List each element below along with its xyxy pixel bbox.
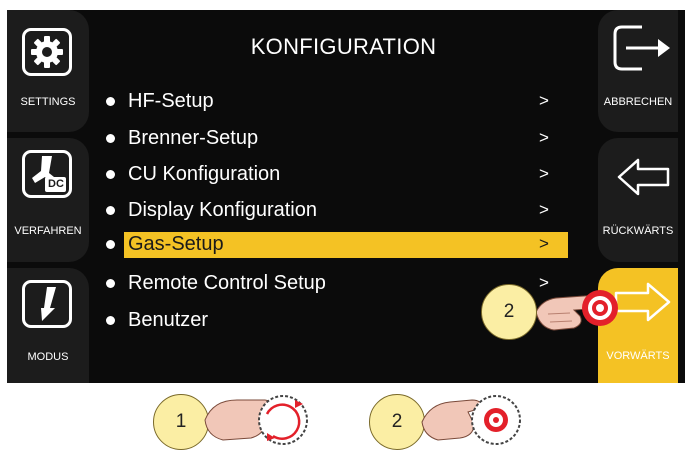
press-hand-icon: [534, 282, 628, 342]
bullet: [106, 279, 115, 288]
menu-item-label: Display Konfiguration: [128, 199, 317, 221]
chevron-right-icon: >: [539, 91, 549, 110]
press-knob-hand-icon: [420, 390, 530, 450]
modus-button[interactable]: MODUS: [7, 268, 89, 383]
menu-item-brenner-setup[interactable]: Brenner-Setup >: [102, 126, 564, 152]
page-title: KONFIGURATION: [250, 34, 437, 59]
bullet: [106, 206, 115, 215]
step-callout-3: 2: [369, 394, 425, 450]
verfahren-button[interactable]: DC VERFAHREN: [7, 138, 89, 262]
dc-label: DC: [48, 178, 64, 190]
menu-item-display-konfiguration[interactable]: Display Konfiguration >: [102, 198, 564, 224]
rueckwaerts-button[interactable]: RÜCKWÄRTS: [598, 138, 678, 262]
rueckwaerts-label: RÜCKWÄRTS: [602, 225, 674, 237]
step-callout-2: 2: [481, 284, 537, 340]
menu-item-label: CU Konfiguration: [128, 163, 281, 185]
exit-arrow-icon: [612, 24, 676, 72]
menu-item-gas-setup[interactable]: Gas-Setup >: [102, 232, 568, 258]
settings-button[interactable]: SETTINGS: [7, 10, 89, 132]
abbrechen-button[interactable]: ABBRECHEN: [598, 10, 678, 132]
gear-icon: [22, 28, 72, 76]
torch-dc-icon: DC: [22, 150, 72, 198]
menu-item-hf-setup[interactable]: HF-Setup >: [102, 89, 564, 115]
trigger-icon: [22, 280, 72, 328]
vorwaerts-label: VORWÄRTS: [606, 350, 670, 362]
chevron-right-icon: >: [539, 164, 549, 183]
chevron-right-icon: >: [539, 128, 549, 147]
bullet: [106, 134, 115, 143]
menu-item-label: Gas-Setup: [128, 233, 224, 255]
modus-label: MODUS: [27, 351, 69, 363]
bullet: [106, 97, 115, 106]
menu-item-label: Benutzer: [128, 309, 209, 331]
back-arrow-icon: [616, 156, 672, 198]
chevron-right-icon: >: [539, 234, 549, 253]
abbrechen-label: ABBRECHEN: [603, 96, 673, 108]
verfahren-label: VERFAHREN: [14, 225, 82, 237]
menu-item-label: HF-Setup: [128, 90, 214, 112]
bullet: [106, 316, 115, 325]
bullet: [106, 170, 115, 179]
step-callout-1: 1: [153, 394, 209, 450]
bullet: [106, 240, 115, 249]
chevron-right-icon: >: [539, 200, 549, 219]
rotate-knob-hand-icon: [203, 390, 318, 450]
menu-item-label: Brenner-Setup: [128, 127, 259, 149]
menu-item-cu-konfiguration[interactable]: CU Konfiguration >: [102, 162, 564, 188]
settings-label: SETTINGS: [20, 96, 76, 108]
menu-item-label: Remote Control Setup: [128, 272, 326, 294]
